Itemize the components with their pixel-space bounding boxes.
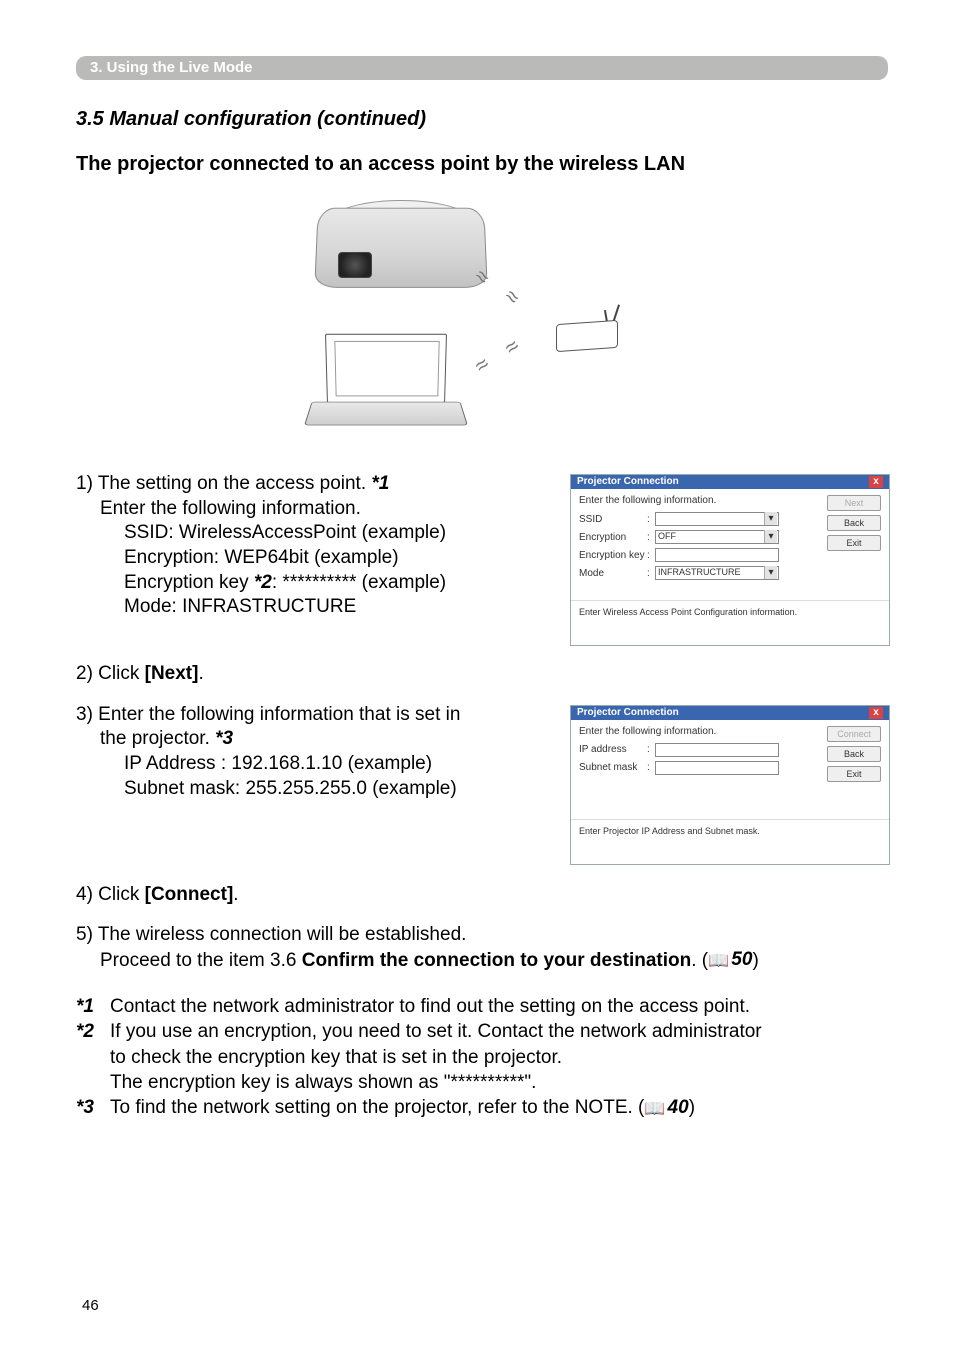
ip-input[interactable]: [655, 743, 779, 757]
mode-select[interactable]: INFRASTRUCTURE: [655, 566, 779, 580]
encryption-key-label: Encryption key: [579, 550, 645, 561]
encryption-label: Encryption: [579, 532, 645, 543]
close-icon[interactable]: x: [869, 707, 883, 719]
ssid-select[interactable]: [655, 512, 779, 526]
subnet-mask-label: Subnet mask: [579, 762, 645, 773]
step-4-text: 4) Click [Connect].: [76, 883, 890, 908]
back-button[interactable]: Back: [827, 515, 881, 531]
mode-label: Mode: [579, 568, 645, 579]
dialog-access-point-config: Projector Connection x Enter the followi…: [570, 474, 890, 646]
projector-illustration: [306, 194, 496, 304]
encryption-key-input[interactable]: [655, 548, 779, 562]
connect-button[interactable]: Connect: [827, 726, 881, 742]
step-1-text: 1) The setting on the access point. *1 E…: [76, 472, 546, 620]
dialog1-status: Enter Wireless Access Point Configuratio…: [571, 601, 889, 645]
section-title: 3.5 Manual configuration (continued): [76, 108, 890, 131]
step-2-text: 2) Click [Next].: [76, 662, 890, 687]
step-5-text: 5) The wireless connection will be estab…: [76, 923, 890, 973]
access-point-illustration: [556, 304, 634, 354]
dialog2-title: Projector Connection: [577, 707, 679, 719]
footnotes: *1 Contact the network administrator to …: [76, 994, 890, 1121]
wireless-signal-icon: ≈: [499, 333, 525, 361]
ip-label: IP address: [579, 744, 645, 755]
exit-button[interactable]: Exit: [827, 766, 881, 782]
ssid-label: SSID: [579, 514, 645, 525]
subnet-mask-input[interactable]: [655, 761, 779, 775]
dialog1-title: Projector Connection: [577, 476, 679, 488]
section-subtitle: The projector connected to an access poi…: [76, 153, 890, 176]
back-button[interactable]: Back: [827, 746, 881, 762]
page-number: 46: [82, 1297, 99, 1314]
cross-ref-50: 📖50: [708, 948, 752, 973]
close-icon[interactable]: x: [869, 476, 883, 488]
book-icon: 📖: [708, 952, 729, 969]
exit-button[interactable]: Exit: [827, 535, 881, 551]
laptop-illustration: [286, 334, 476, 444]
next-button[interactable]: Next: [827, 495, 881, 511]
chapter-title: 3. Using the Live Mode: [90, 59, 253, 76]
dialog2-status: Enter Projector IP Address and Subnet ma…: [571, 820, 889, 864]
book-icon: 📖: [644, 1100, 665, 1117]
encryption-select[interactable]: OFF: [655, 530, 779, 544]
cross-ref-40: 📖40: [644, 1095, 688, 1120]
wireless-signal-icon: ≈: [499, 283, 525, 311]
dialog-ip-config: Projector Connection x Enter the followi…: [570, 705, 890, 865]
connection-diagram: ≈ ≈ ≈ ≈: [76, 194, 890, 454]
chapter-header: 3. Using the Live Mode: [76, 56, 888, 80]
step-3-text: 3) Enter the following information that …: [76, 703, 546, 802]
